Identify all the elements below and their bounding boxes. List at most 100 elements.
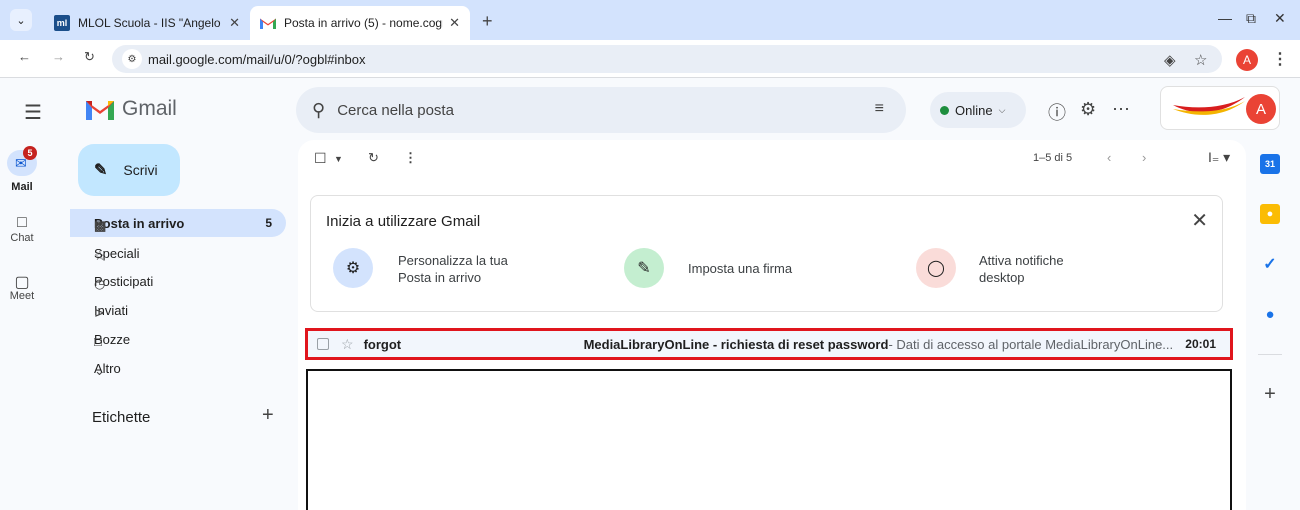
mlol-icon: ml [54,15,70,31]
next-page-icon[interactable]: › [1142,150,1146,165]
rail-meet-label: Meet [9,290,35,302]
compose-label: Scrivi [123,162,158,178]
compose-button[interactable]: ✎ Scrivi [78,144,180,196]
sidebar-item-inbox[interactable]: ▩ Posta in arrivo 5 [70,209,286,237]
rail-chat[interactable]: □ Chat [0,214,44,244]
email-row[interactable]: ☆ forgot MediaLibraryOnLine - richiesta … [305,328,1233,360]
promo-desktop-notifications[interactable]: Attiva notifiche desktop [979,252,1089,286]
browser-profile-avatar[interactable]: A [1236,49,1258,71]
email-time: 20:01 [1185,337,1216,351]
main-menu-icon[interactable]: ☰ [24,100,42,125]
search-icon[interactable]: ⚲ [312,100,325,121]
sidebar-item-snoozed[interactable]: ◷ Posticipati [70,267,286,295]
previous-page-icon[interactable]: ‹ [1107,150,1111,165]
browser-tab-bar: ⌄ ml MLOL Scuola - IIS "Angelo Roth ✕ Po… [0,0,1300,40]
rail-meet[interactable]: ▢ Meet [0,272,44,302]
new-tab-button[interactable]: + [482,11,493,32]
site-info-icon[interactable]: ⚙ [122,49,142,69]
sidebar-item-sent[interactable]: ⊳ Inviati [70,296,286,324]
bell-icon[interactable]: ◯ [916,248,956,288]
gmail-logo[interactable]: Gmail [86,97,177,121]
refresh-icon[interactable]: ↻ [368,150,379,166]
organization-swoosh-icon [1173,97,1245,115]
email-sender: forgot [363,336,402,352]
gmail-wordmark: Gmail [122,97,177,120]
reload-icon[interactable]: ↻ [84,49,104,65]
promo-set-signature[interactable]: Imposta una firma [688,260,848,277]
input-tools-icon[interactable]: I₌ ▾ [1208,149,1230,166]
labels-heading: Etichette [92,409,151,426]
status-dot-icon [940,105,949,115]
getting-started-card: Inizia a utilizzare Gmail ✕ ⚙ Personaliz… [310,195,1223,312]
close-icon[interactable]: ✕ [449,15,460,31]
select-options-chevron-icon[interactable]: ▼ [334,154,343,164]
select-all-checkbox[interactable]: ☐ [314,150,327,167]
bookmark-star-icon[interactable]: ☆ [1194,51,1207,69]
unread-badge: 5 [23,146,37,160]
help-icon[interactable]: ⓘ [1048,99,1066,125]
star-icon[interactable]: ☆ [341,336,354,353]
rail-mail-label: Mail [11,181,33,193]
pagination-label: 1–5 di 5 [1033,152,1073,164]
settings-gear-icon[interactable]: ⚙ [1080,99,1096,120]
gmail-icon [260,18,276,29]
browser-menu-icon[interactable]: ⋮ [1272,49,1288,69]
rail-chat-label: Chat [10,232,34,244]
empty-frame [306,369,1232,510]
promo-customize-inbox[interactable]: Personalizza la tua Posta in arrivo [398,252,538,286]
gmail-icon [86,101,114,120]
side-panel-divider [1258,354,1282,355]
pencil-icon: ✎ [94,162,108,179]
back-icon[interactable]: ← [18,49,38,64]
chevron-down-icon: ⌵ [998,104,1006,115]
send-icon: ⊳ [94,305,105,320]
gear-icon[interactable]: ⚙ [333,248,373,288]
restore-icon[interactable]: ⧉ [1246,10,1256,27]
calendar-icon[interactable]: 31 [1260,154,1280,174]
clock-icon: ◷ [94,276,106,291]
rail-mail[interactable]: ✉ 5 Mail [0,146,44,193]
close-icon[interactable]: ✕ [1191,208,1208,233]
getting-started-title: Inizia a utilizzare Gmail [326,213,481,230]
sidebar-item-more[interactable]: ⌄ Altro [70,354,286,382]
contacts-icon[interactable]: ● [1260,304,1280,324]
account-avatar[interactable]: A [1246,94,1276,124]
search-bar[interactable]: ⚲ Cerca nella posta ≡ [296,87,906,133]
close-window-icon[interactable]: ✕ [1274,10,1286,27]
sidebar-item-starred[interactable]: ☆ Speciali [70,239,286,267]
status-selector[interactable]: Online ⌵ [930,92,1026,128]
forward-icon[interactable]: → [52,49,72,64]
close-icon[interactable]: ✕ [229,15,240,31]
search-options-icon[interactable]: ≡ [875,100,884,118]
email-subject: MediaLibraryOnLine - richiesta di reset … [583,336,889,352]
inbox-count: 5 [265,216,272,230]
add-addon-icon[interactable]: + [1260,383,1280,405]
draft-icon: □ [94,334,102,349]
search-input[interactable]: Cerca nella posta [337,102,454,119]
pen-icon[interactable]: ✎ [624,248,664,288]
tasks-icon[interactable]: ✓ [1260,254,1280,274]
lens-icon[interactable]: ◈ [1164,51,1176,69]
sidebar-item-drafts[interactable]: □ Bozze [70,325,286,353]
status-label: Online [955,102,993,118]
apps-grid-icon[interactable]: ⋯ [1112,99,1130,120]
email-snippet: - Dati di accesso al portale MediaLibrar… [888,336,1174,352]
more-options-icon[interactable]: ⋮ [404,150,417,166]
tab-title: MLOL Scuola - IIS "Angelo Roth [78,16,223,30]
browser-tab-mlol[interactable]: ml MLOL Scuola - IIS "Angelo Roth ✕ [44,6,250,40]
add-label-button[interactable]: + [262,404,274,427]
url-text: mail.google.com/mail/u/0/?ogbl#inbox [148,51,366,67]
chevron-down-icon: ⌄ [94,363,105,378]
tab-title: Posta in arrivo (5) - nome.cogno [284,16,444,30]
meet-camera-icon: ▢ [14,274,30,291]
tab-search-chevron-icon[interactable]: ⌄ [10,9,32,31]
inbox-icon: ▩ [94,218,107,233]
star-icon: ☆ [94,248,106,263]
address-bar-row: ← → ↻ ⚙ mail.google.com/mail/u/0/?ogbl#i… [0,40,1300,78]
keep-icon[interactable]: ● [1260,204,1280,224]
minimize-icon[interactable]: — [1218,10,1232,26]
mail-rail-icon: ✉ 5 [7,146,37,176]
browser-tab-gmail[interactable]: Posta in arrivo (5) - nome.cogno ✕ [250,6,470,40]
url-field[interactable]: ⚙ mail.google.com/mail/u/0/?ogbl#inbox ◈… [112,45,1222,73]
row-checkbox[interactable] [317,338,329,350]
